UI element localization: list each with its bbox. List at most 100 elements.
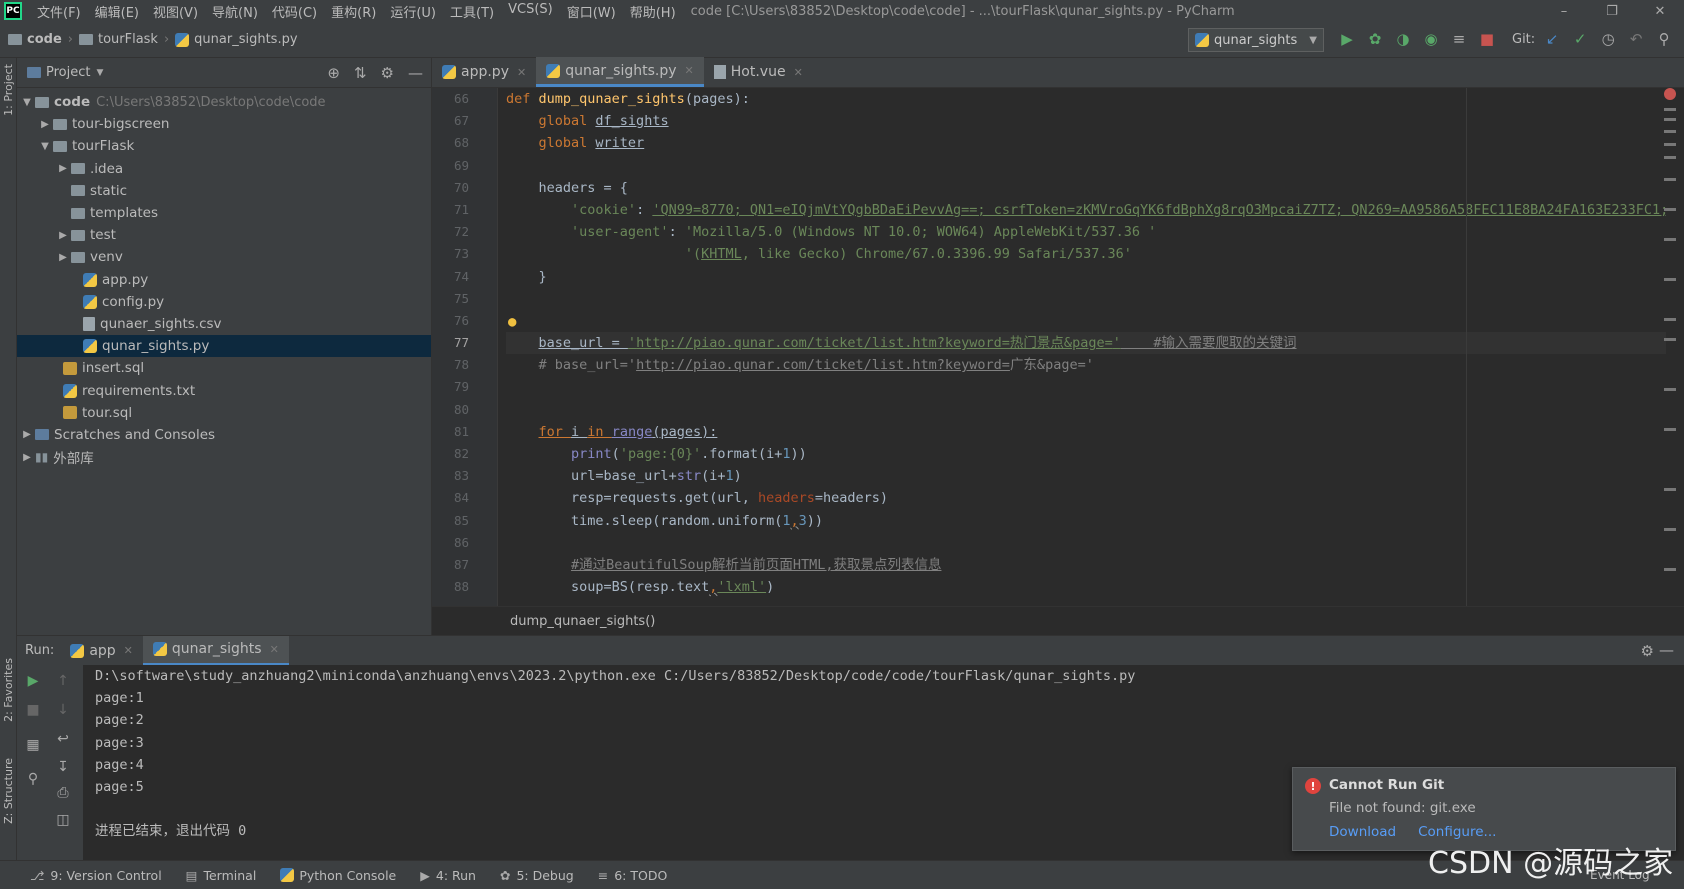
minimize-icon[interactable]: – — [1540, 4, 1588, 19]
menu-refactor[interactable]: 重构(R) — [324, 2, 383, 21]
rerun-icon[interactable]: ▶ — [23, 671, 43, 691]
menu-tools[interactable]: 工具(T) — [443, 2, 501, 21]
version-control-button[interactable]: ⎇ 9: Version Control — [30, 868, 162, 883]
menu-code[interactable]: 代码(C) — [265, 2, 324, 21]
tab-qunar-sights-py[interactable]: qunar_sights.py ✕ — [536, 57, 704, 87]
git-commit-icon[interactable]: ✓ — [1569, 28, 1591, 50]
tree-item-app-py[interactable]: app.py — [17, 269, 431, 291]
close-tab-icon[interactable]: ✕ — [685, 64, 694, 77]
expanded-arrow-icon[interactable]: ▼ — [37, 141, 53, 152]
title-bar: PC 文件(F) 编辑(E) 视图(V) 导航(N) 代码(C) 重构(R) 运… — [0, 0, 1684, 22]
terminal-button[interactable]: ▤ Terminal — [186, 868, 257, 883]
collapsed-arrow-icon[interactable]: ▶ — [55, 163, 71, 174]
tree-item-test[interactable]: ▶ test — [17, 224, 431, 246]
menu-run[interactable]: 运行(U) — [383, 2, 443, 21]
tree-item-idea[interactable]: ▶ .idea — [17, 158, 431, 180]
editor-error-stripe[interactable] — [1662, 88, 1678, 606]
tree-item-templates[interactable]: templates — [17, 202, 431, 224]
tree-item-csv[interactable]: qunaer_sights.csv — [17, 313, 431, 335]
menu-file[interactable]: 文件(F) — [30, 2, 88, 21]
tab-app-py[interactable]: app.py ✕ — [432, 57, 536, 87]
profile-icon[interactable]: ◉ — [1420, 28, 1442, 50]
run-button[interactable]: ▶ 4: Run — [420, 868, 476, 883]
rollback-icon[interactable]: ↶ — [1625, 28, 1647, 50]
stop-icon[interactable]: ■ — [23, 700, 43, 720]
tree-item-tourflask[interactable]: ▼ tourFlask — [17, 135, 431, 157]
run-icon[interactable]: ▶ — [1336, 28, 1358, 50]
hide-icon[interactable]: — — [1659, 641, 1674, 659]
close-tab-icon[interactable]: ✕ — [124, 644, 133, 657]
collapsed-arrow-icon[interactable]: ▶ — [37, 119, 53, 130]
code-area[interactable]: def dump_qunaer_sights(pages): global df… — [506, 88, 1666, 606]
download-link[interactable]: Download — [1329, 824, 1396, 840]
up-arrow-icon[interactable]: ↑ — [53, 671, 73, 691]
tree-item-requirements[interactable]: requirements.txt — [17, 379, 431, 401]
tree-item-tour-sql[interactable]: tour.sql — [17, 402, 431, 424]
down-arrow-icon[interactable]: ↓ — [53, 700, 73, 720]
debug-button[interactable]: ✿ 5: Debug — [500, 868, 574, 883]
menu-view[interactable]: 视图(V) — [146, 2, 205, 21]
gear-icon[interactable]: ⚙ — [1641, 642, 1654, 660]
menu-help[interactable]: 帮助(H) — [623, 2, 683, 21]
structure-tool-window-button[interactable]: Z: Structure — [2, 758, 15, 824]
run-tab-app[interactable]: app ✕ — [60, 636, 143, 666]
tree-item-static[interactable]: static — [17, 180, 431, 202]
tree-item-venv[interactable]: ▶ venv — [17, 246, 431, 268]
layout-icon[interactable]: ▦ — [23, 735, 43, 755]
run-configuration-select[interactable]: qunar_sights ▼ — [1188, 28, 1324, 52]
tab-hot-vue[interactable]: Hot.vue ✕ — [704, 57, 813, 87]
tree-item-code[interactable]: ▼ code C:\Users\83852\Desktop\code\code — [17, 91, 431, 113]
tree-item-tour-bigscreen[interactable]: ▶ tour-bigscreen — [17, 113, 431, 135]
debug-icon[interactable]: ✿ — [1364, 28, 1386, 50]
menu-edit[interactable]: 编辑(E) — [88, 2, 146, 21]
collapse-all-icon[interactable]: ⇅ — [354, 64, 367, 82]
restore-icon[interactable]: ❐ — [1588, 4, 1636, 19]
gear-icon[interactable]: ⚙ — [381, 64, 394, 82]
crumb-tourflask[interactable]: tourFlask — [98, 32, 158, 47]
pin-icon[interactable]: ⚲ — [23, 769, 43, 789]
crumb-code[interactable]: code — [27, 32, 62, 47]
todo-button[interactable]: ≡ 6: TODO — [598, 868, 668, 883]
expanded-arrow-icon[interactable]: ▼ — [19, 97, 35, 108]
python-console-button[interactable]: Python Console — [280, 868, 396, 883]
close-icon[interactable]: ✕ — [1636, 4, 1684, 19]
hide-icon[interactable]: — — [408, 64, 423, 82]
tree-item-qunar-sights-py[interactable]: qunar_sights.py — [17, 335, 431, 358]
soft-wrap-icon[interactable]: ↩ — [53, 729, 73, 749]
collapsed-arrow-icon[interactable]: ▶ — [55, 230, 71, 241]
menu-vcs[interactable]: VCS(S) — [501, 2, 560, 21]
coverage-icon[interactable]: ◑ — [1392, 28, 1414, 50]
crumb-file[interactable]: qunar_sights.py — [194, 32, 297, 47]
code-token: soup=BS(resp.text — [571, 579, 710, 596]
git-update-icon[interactable]: ↙ — [1541, 28, 1563, 50]
search-icon[interactable]: ⚲ — [1653, 28, 1675, 50]
locate-icon[interactable]: ⊕ — [327, 64, 340, 82]
collapsed-arrow-icon[interactable]: ▶ — [19, 452, 35, 463]
tree-item-external-libraries[interactable]: ▶ ▮▮ 外部库 — [17, 446, 431, 468]
scroll-to-end-icon[interactable]: ↧ — [53, 757, 73, 777]
collapsed-arrow-icon[interactable]: ▶ — [19, 429, 35, 440]
tree-item-scratches[interactable]: ▶ Scratches and Consoles — [17, 424, 431, 446]
favorites-tool-window-button[interactable]: 2: Favorites — [2, 658, 15, 722]
run-tab-qunar-sights[interactable]: qunar_sights ✕ — [142, 635, 289, 666]
close-tab-icon[interactable]: ✕ — [517, 66, 526, 79]
print-icon[interactable]: ⎙ — [53, 783, 73, 803]
history-icon[interactable]: ◷ — [1597, 28, 1619, 50]
project-view-select[interactable]: Project — [46, 65, 90, 80]
collapsed-arrow-icon[interactable]: ▶ — [55, 252, 71, 263]
close-tab-icon[interactable]: ✕ — [794, 66, 803, 79]
trash-icon[interactable]: ◫ — [53, 810, 73, 830]
tree-item-insert-sql[interactable]: insert.sql — [17, 357, 431, 379]
function-breadcrumb[interactable]: dump_qunaer_sights() — [510, 614, 655, 629]
project-tool-window-button[interactable]: 1: Project — [2, 64, 15, 116]
code-editor[interactable]: 66 67 68 69 70 71 72 73 74 75 76 77 78 7… — [432, 88, 1684, 606]
line-number: 80 — [453, 401, 469, 417]
stop-icon[interactable]: ■ — [1476, 28, 1498, 50]
menu-navigate[interactable]: 导航(N) — [205, 2, 265, 21]
chevron-down-icon[interactable]: ▼ — [96, 68, 103, 78]
tree-item-config-py[interactable]: config.py — [17, 291, 431, 313]
concurrency-icon[interactable]: ≡ — [1448, 28, 1470, 50]
close-tab-icon[interactable]: ✕ — [270, 643, 279, 656]
error-indicator-icon[interactable] — [1664, 88, 1676, 100]
menu-window[interactable]: 窗口(W) — [560, 2, 623, 21]
